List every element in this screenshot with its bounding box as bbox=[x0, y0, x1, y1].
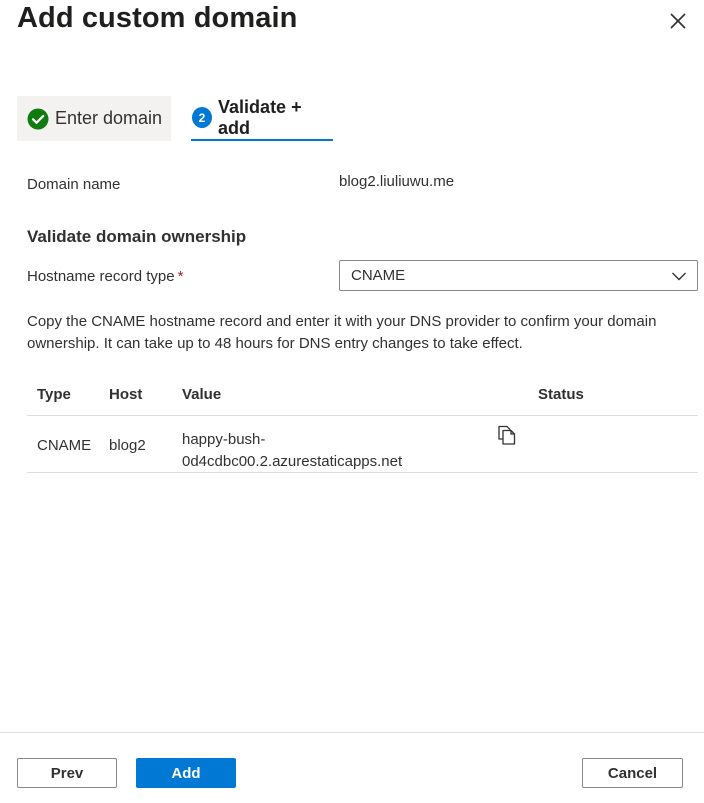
prev-button[interactable]: Prev bbox=[17, 758, 117, 788]
table-row: CNAME blog2 happy-bush- 0d4cdbc00.2.azur… bbox=[27, 416, 698, 473]
step-label: Enter domain bbox=[55, 108, 163, 128]
close-icon bbox=[670, 13, 686, 29]
record-type-selected: CNAME bbox=[351, 267, 406, 284]
page-title: Add custom domain bbox=[17, 2, 298, 34]
column-header-host: Host bbox=[109, 386, 143, 403]
step-label: Validate + add bbox=[218, 96, 302, 138]
step-enter-domain[interactable]: Enter domain bbox=[17, 96, 171, 141]
validation-description: Copy the CNAME hostname record and enter… bbox=[27, 313, 657, 352]
dns-records-table: Type Host Value Status CNAME blog2 happy… bbox=[27, 378, 698, 473]
cell-host: blog2 bbox=[109, 437, 146, 454]
copy-value-button[interactable] bbox=[496, 424, 518, 446]
cell-value-line2: 0d4cdbc00.2.azurestaticapps.net bbox=[182, 453, 403, 470]
step-number-badge: 2 bbox=[192, 107, 213, 128]
domain-name-value: blog2.liuliuwu.me bbox=[339, 173, 455, 190]
add-button[interactable]: Add bbox=[136, 758, 236, 788]
record-type-label-text: Hostname record type bbox=[27, 268, 175, 285]
record-type-dropdown[interactable]: CNAME bbox=[339, 260, 698, 291]
checkmark-circle-icon bbox=[27, 108, 49, 129]
section-title: Validate domain ownership bbox=[27, 227, 247, 246]
chevron-down-icon bbox=[672, 272, 686, 281]
cell-type: CNAME bbox=[37, 437, 92, 454]
record-type-label: Hostname record type * bbox=[27, 268, 183, 285]
cancel-button[interactable]: Cancel bbox=[582, 758, 683, 788]
column-header-type: Type bbox=[37, 386, 71, 403]
cell-value: happy-bush- 0d4cdbc00.2.azurestaticapps.… bbox=[182, 429, 402, 473]
required-marker: * bbox=[177, 268, 184, 285]
domain-name-label: Domain name bbox=[27, 176, 121, 193]
footer-divider bbox=[0, 732, 704, 733]
copy-icon bbox=[498, 425, 516, 445]
column-header-value: Value bbox=[182, 386, 222, 403]
close-button[interactable] bbox=[666, 9, 690, 33]
step-validate-add[interactable]: 2 Validate + add bbox=[191, 96, 333, 141]
table-header: Type Host Value Status bbox=[27, 378, 698, 416]
cell-value-line1: happy-bush- bbox=[182, 431, 266, 448]
column-header-status: Status bbox=[538, 386, 584, 403]
